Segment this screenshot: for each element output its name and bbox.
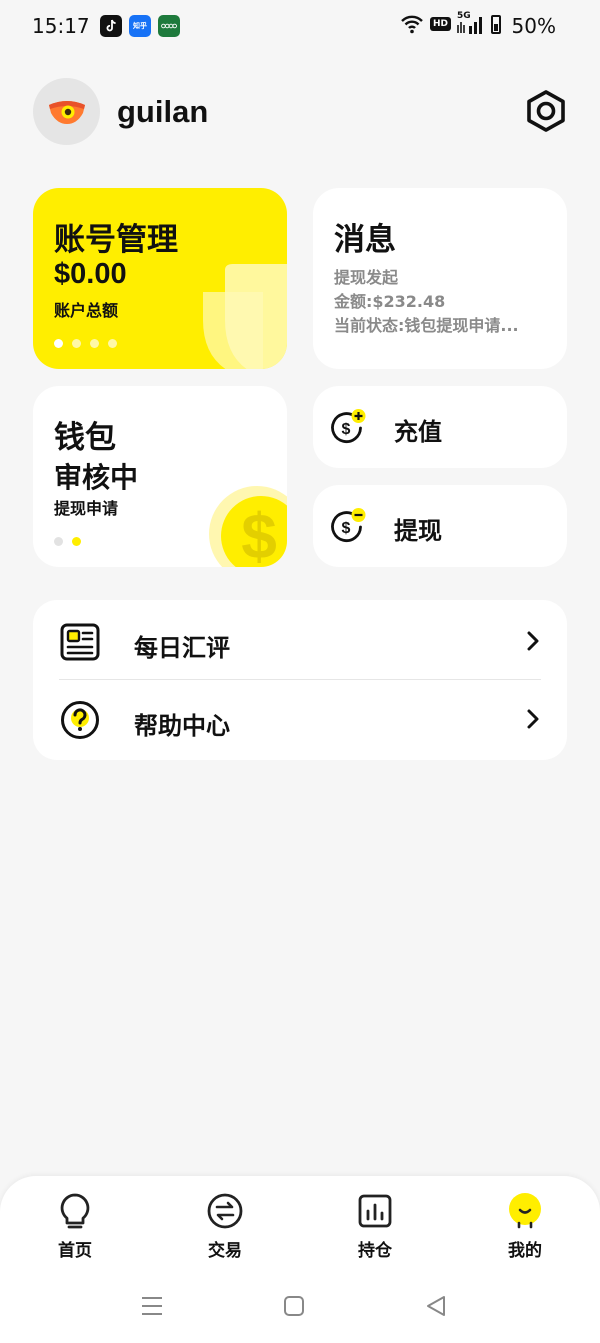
tab-label: 首页 bbox=[58, 1241, 92, 1261]
withdraw-button[interactable]: $ 提现 bbox=[313, 485, 567, 567]
profile-icon bbox=[509, 1193, 541, 1229]
list-item-daily-review[interactable]: 每日汇评 bbox=[33, 602, 567, 680]
dollar-coin-icon: $ bbox=[209, 486, 287, 567]
wallet-status-label: 提现申请 bbox=[54, 499, 119, 518]
account-total-amount: $0.00 bbox=[54, 258, 127, 290]
hd-badge: HD bbox=[430, 17, 452, 31]
newspaper-icon bbox=[60, 623, 100, 661]
status-time: 15:17 bbox=[32, 14, 90, 38]
pager-dot bbox=[72, 339, 81, 348]
wifi-icon bbox=[401, 15, 423, 34]
bottom-navigation: 首页 交易 持仓 我的 bbox=[0, 1176, 600, 1276]
message-line-type: 提现发起 bbox=[334, 268, 399, 287]
recharge-label: 充值 bbox=[394, 418, 442, 446]
status-app-icons: 知乎 bbox=[100, 15, 180, 37]
lightbulb-icon bbox=[60, 1193, 90, 1229]
tiktok-icon bbox=[100, 15, 122, 37]
wallet-card-pager bbox=[54, 537, 81, 546]
chevron-right-icon bbox=[527, 709, 539, 729]
chart-icon bbox=[358, 1194, 392, 1228]
battery-percent: 50% bbox=[511, 14, 556, 38]
zhihu-icon: 知乎 bbox=[129, 15, 151, 37]
message-line-status: 当前状态:钱包提现申请... bbox=[334, 316, 519, 335]
message-line-amount: 金额:$232.48 bbox=[334, 292, 446, 311]
wallet-status: 审核中 bbox=[54, 461, 139, 494]
account-total-label: 账户总额 bbox=[54, 301, 119, 320]
svg-text:$: $ bbox=[241, 500, 277, 567]
oppo-icon bbox=[158, 15, 180, 37]
tab-label: 我的 bbox=[508, 1241, 542, 1261]
tab-label: 持仓 bbox=[358, 1241, 392, 1261]
avatar-mascot-icon bbox=[48, 100, 85, 124]
chevron-right-icon bbox=[527, 631, 539, 651]
status-bar: 15:17 知乎 HD 5G 50% bbox=[0, 0, 600, 54]
pager-dot bbox=[108, 339, 117, 348]
system-navigation-bar bbox=[0, 1276, 600, 1343]
dollar-plus-icon: $ bbox=[331, 409, 366, 444]
tab-label: 交易 bbox=[208, 1241, 242, 1261]
withdraw-label: 提现 bbox=[394, 517, 442, 545]
list-item-label: 帮助中心 bbox=[134, 712, 230, 740]
home-square-icon[interactable] bbox=[280, 1292, 308, 1320]
username[interactable]: guilan bbox=[117, 94, 208, 130]
tab-mine[interactable]: 我的 bbox=[480, 1192, 570, 1272]
account-card-decoration bbox=[203, 264, 287, 369]
menu-icon[interactable] bbox=[138, 1292, 166, 1320]
pager-dot-active bbox=[72, 537, 81, 546]
signal-icon: 5G bbox=[457, 11, 485, 35]
back-triangle-icon[interactable] bbox=[422, 1292, 450, 1320]
svg-text:$: $ bbox=[342, 421, 351, 438]
svg-text:$: $ bbox=[342, 520, 351, 537]
avatar[interactable] bbox=[33, 78, 100, 145]
tab-holdings[interactable]: 持仓 bbox=[330, 1192, 420, 1272]
account-card-title: 账号管理 bbox=[54, 222, 178, 258]
pager-dot-active bbox=[54, 339, 63, 348]
account-card-pager bbox=[54, 339, 117, 348]
message-card[interactable]: 消息 提现发起 金额:$232.48 当前状态:钱包提现申请... bbox=[313, 188, 567, 369]
message-card-title: 消息 bbox=[334, 222, 396, 258]
settings-button[interactable] bbox=[522, 87, 570, 135]
account-management-card[interactable]: 账号管理 $0.00 账户总额 bbox=[33, 188, 287, 369]
exchange-icon bbox=[207, 1193, 243, 1229]
list-item-label: 每日汇评 bbox=[134, 634, 230, 662]
pager-dot bbox=[90, 339, 99, 348]
status-system-icons: HD 5G bbox=[400, 11, 502, 35]
list-item-help-center[interactable]: 帮助中心 bbox=[33, 680, 567, 758]
dollar-minus-icon: $ bbox=[331, 508, 366, 543]
recharge-button[interactable]: $ 充值 bbox=[313, 386, 567, 468]
wallet-card[interactable]: $ 钱包 审核中 提现申请 bbox=[33, 386, 287, 567]
menu-list: 每日汇评 帮助中心 bbox=[33, 600, 567, 760]
settings-hexagon-icon bbox=[527, 90, 565, 132]
tab-trade[interactable]: 交易 bbox=[180, 1192, 270, 1272]
tab-home[interactable]: 首页 bbox=[30, 1192, 120, 1272]
pager-dot bbox=[54, 537, 63, 546]
battery-icon bbox=[491, 14, 502, 34]
help-icon bbox=[61, 701, 99, 739]
wallet-card-title: 钱包 bbox=[54, 420, 116, 456]
